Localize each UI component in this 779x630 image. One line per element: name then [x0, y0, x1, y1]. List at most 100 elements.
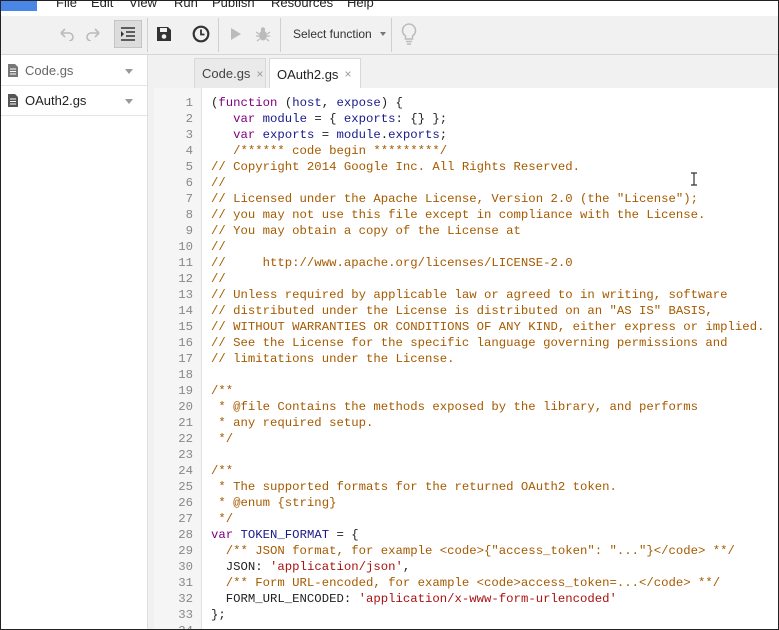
code-line: }; [211, 608, 226, 622]
save-button[interactable] [150, 20, 178, 48]
file-name: Code.gs [25, 63, 74, 78]
line-number: 30 [178, 560, 193, 574]
code-line: FORM_URL_ENCODED: 'application/x-www-for… [211, 592, 617, 606]
code-editor[interactable]: (function (host, expose) { var module = … [202, 88, 778, 629]
line-number: 7 [185, 192, 193, 206]
menu-file[interactable]: File [56, 1, 77, 10]
file-item-oauth2-gs[interactable]: OAuth2.gs [1, 85, 147, 116]
menu-bar: File Edit View Run Publish Resources Hel… [1, 1, 778, 11]
text-cursor-icon [691, 172, 697, 186]
run-button[interactable] [222, 20, 250, 48]
line-number: 21 [178, 416, 193, 430]
menu-view[interactable]: View [129, 1, 157, 10]
script-editor-window: File Edit View Run Publish Resources Hel… [0, 0, 779, 630]
line-number: 34 [178, 624, 193, 629]
menu-help[interactable]: Help [347, 1, 374, 10]
code-line: // Copyright 2014 Google Inc. All Rights… [211, 160, 580, 174]
tab-oauth2-gs[interactable]: OAuth2.gs × [269, 58, 361, 89]
apps-logo[interactable] [1, 1, 37, 11]
line-number: 14 [178, 304, 193, 318]
code-line: /** [211, 464, 234, 478]
code-line: * The supported formats for the returned… [211, 480, 617, 494]
code-line: // limitations under the License. [211, 352, 455, 366]
code-line: JSON: 'application/json', [211, 560, 411, 574]
play-icon [231, 28, 241, 40]
debug-button[interactable] [249, 20, 277, 48]
menu-publish[interactable]: Publish [212, 1, 255, 10]
code-line: */ [211, 432, 234, 446]
code-line: // [211, 272, 226, 286]
code-line: // [211, 240, 226, 254]
line-number: 5 [185, 160, 193, 174]
function-select-label: Select function [293, 27, 372, 41]
code-line: // Unless required by applicable law or … [211, 288, 728, 302]
close-icon[interactable]: × [256, 67, 263, 81]
undo-icon [60, 28, 74, 41]
line-number: 6 [185, 176, 193, 190]
close-icon[interactable]: × [344, 67, 351, 81]
code-line: // [211, 176, 226, 190]
code-line: (function (host, expose) { [211, 96, 403, 110]
line-number: 12 [178, 272, 193, 286]
file-item-code-gs[interactable]: Code.gs [1, 56, 147, 85]
undo-button[interactable] [52, 20, 80, 48]
line-number: 31 [178, 576, 193, 590]
document-icon [8, 64, 18, 77]
menu-edit[interactable]: Edit [91, 1, 113, 10]
toolbar: Select function [1, 16, 778, 55]
line-number: 19 [178, 384, 193, 398]
menu-run[interactable]: Run [174, 1, 198, 10]
line-number: 10 [178, 240, 193, 254]
line-number: 15 [178, 320, 193, 334]
tab-code-gs[interactable]: Code.gs × [194, 58, 266, 88]
line-number: 1 [185, 96, 193, 110]
code-line: // Licensed under the Apache License, Ve… [211, 192, 699, 206]
tab-label: Code.gs [202, 66, 251, 81]
line-number: 9 [185, 224, 193, 238]
code-line: /** JSON format, for example <code>{"acc… [211, 544, 735, 558]
menu-resources[interactable]: Resources [271, 1, 333, 10]
code-line: var TOKEN_FORMAT = { [211, 528, 359, 542]
code-line: var module = { exports: {} }; [233, 112, 448, 126]
chevron-down-icon[interactable] [125, 99, 133, 104]
line-number: 26 [178, 496, 193, 510]
code-line: // WITHOUT WARRANTIES OR CONDITIONS OF A… [211, 320, 765, 334]
line-number: 25 [178, 480, 193, 494]
code-line: // you may not use this file except in c… [211, 208, 706, 222]
chevron-down-icon[interactable] [125, 69, 133, 74]
line-number: 16 [178, 336, 193, 350]
code-line: /****** code begin *********/ [211, 144, 448, 158]
line-number: 32 [178, 592, 193, 606]
tab-label: OAuth2.gs [277, 66, 339, 82]
code-line: // See the License for the specific lang… [211, 336, 728, 350]
code-line: var exports = module.exports; [233, 128, 448, 142]
line-number: 4 [185, 144, 193, 158]
line-number: 22 [178, 432, 193, 446]
code-line: // You may obtain a copy of the License … [211, 224, 521, 238]
function-select[interactable]: Select function [284, 20, 389, 48]
line-number: 23 [178, 448, 193, 462]
bug-icon [255, 27, 271, 42]
line-number-gutter: 1 2 3 4 5 6 7 8 9 10 11 12 13 14 15 16 17 18 19 20 21 22 23 24 2… [154, 88, 202, 629]
indent-button[interactable] [114, 20, 142, 48]
line-number: 24 [178, 464, 193, 478]
file-name: OAuth2.gs [25, 93, 87, 108]
document-icon [8, 94, 18, 107]
lightbulb-icon [401, 23, 417, 45]
code-line: /** [211, 384, 234, 398]
line-number: 11 [178, 256, 193, 270]
chevron-down-icon [379, 32, 386, 36]
tab-bar: Code.gs × OAuth2.gs × [148, 55, 778, 89]
file-sidebar: Code.gs OAuth2.gs [1, 55, 148, 629]
line-number: 29 [178, 544, 193, 558]
redo-button[interactable] [80, 20, 108, 48]
tips-button[interactable] [395, 20, 423, 48]
save-icon [157, 27, 171, 41]
code-line: // distributed under the License is dist… [211, 304, 713, 318]
indent-icon [121, 27, 135, 41]
triggers-button[interactable] [187, 20, 215, 48]
code-line: * any required setup. [211, 416, 374, 430]
line-number: 3 [185, 128, 193, 142]
line-number: 13 [178, 288, 193, 302]
code-line: * @enum {string} [211, 496, 337, 510]
